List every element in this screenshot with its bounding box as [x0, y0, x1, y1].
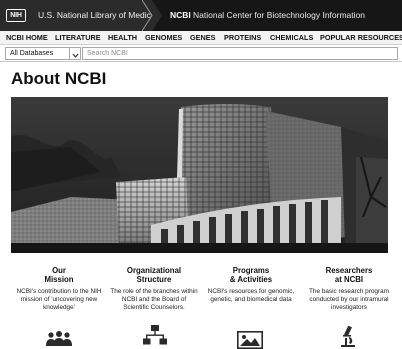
hero-building-image — [11, 97, 388, 253]
feature-organizational-structure[interactable]: Organizational Structure The role of the… — [109, 266, 199, 312]
search-bar: All Databases — [0, 45, 402, 62]
page-title: About NCBI — [11, 69, 107, 88]
feature-our-mission[interactable]: Our Mission NCBI's contribution to the N… — [14, 266, 104, 312]
feature-title[interactable]: Our — [14, 266, 104, 275]
microscope-icon[interactable] — [340, 326, 356, 348]
feature-title[interactable]: & Activities — [206, 275, 296, 284]
nav-health[interactable]: HEALTH — [108, 33, 137, 43]
nav-ncbi-home[interactable]: NCBI HOME — [6, 33, 48, 43]
feature-title[interactable]: Mission — [14, 275, 104, 284]
nav-chemicals[interactable]: CHEMICALS — [270, 33, 313, 43]
chevron-down-icon[interactable] — [69, 48, 80, 59]
nav-proteins[interactable]: PROTEINS — [224, 33, 261, 43]
database-select-value: All Databases — [10, 50, 54, 57]
nav-literature[interactable]: LITERATURE — [55, 33, 101, 43]
org-chart-icon[interactable] — [143, 325, 167, 347]
feature-title[interactable]: Organizational — [109, 266, 199, 275]
nav-popular-resources[interactable]: POPULAR RESOURCES ▼ — [320, 33, 402, 43]
feature-title[interactable]: Researchers — [304, 266, 394, 275]
nih-logo[interactable]: NIH — [6, 9, 26, 22]
ncbi-logo-text[interactable]: NCBI — [170, 10, 191, 21]
agency-bar: NIH U.S. National Library of Medicine NC… — [0, 0, 402, 31]
people-icon[interactable] — [46, 330, 72, 346]
feature-description: The role of the branches within NCBI and… — [110, 288, 198, 311]
search-input[interactable] — [82, 47, 398, 60]
feature-description: NCBI's contribution to the NIH mission o… — [16, 288, 102, 311]
feature-title[interactable]: Structure — [109, 275, 199, 284]
ncbi-full-name[interactable]: National Center for Biotechnology Inform… — [193, 10, 365, 21]
feature-title[interactable]: Programs — [206, 266, 296, 275]
feature-title[interactable]: at NCBI — [304, 275, 394, 284]
main-nav: NCBI HOME LITERATURE HEALTH GENOMES GENE… — [0, 31, 402, 45]
feature-description: The basic research program conducted by … — [309, 288, 389, 311]
feature-researchers[interactable]: Researchers at NCBI The basic research p… — [304, 266, 394, 312]
nav-genes[interactable]: GENES — [190, 33, 216, 43]
feature-programs-activities[interactable]: Programs & Activities NCBI's resources f… — [206, 266, 296, 304]
chevron-divider-icon — [142, 0, 162, 31]
image-icon[interactable] — [237, 331, 263, 349]
nav-genomes[interactable]: GENOMES — [145, 33, 182, 43]
feature-description: NCBI's resources for genomic, genetic, a… — [207, 288, 295, 303]
database-select[interactable]: All Databases — [5, 47, 81, 60]
